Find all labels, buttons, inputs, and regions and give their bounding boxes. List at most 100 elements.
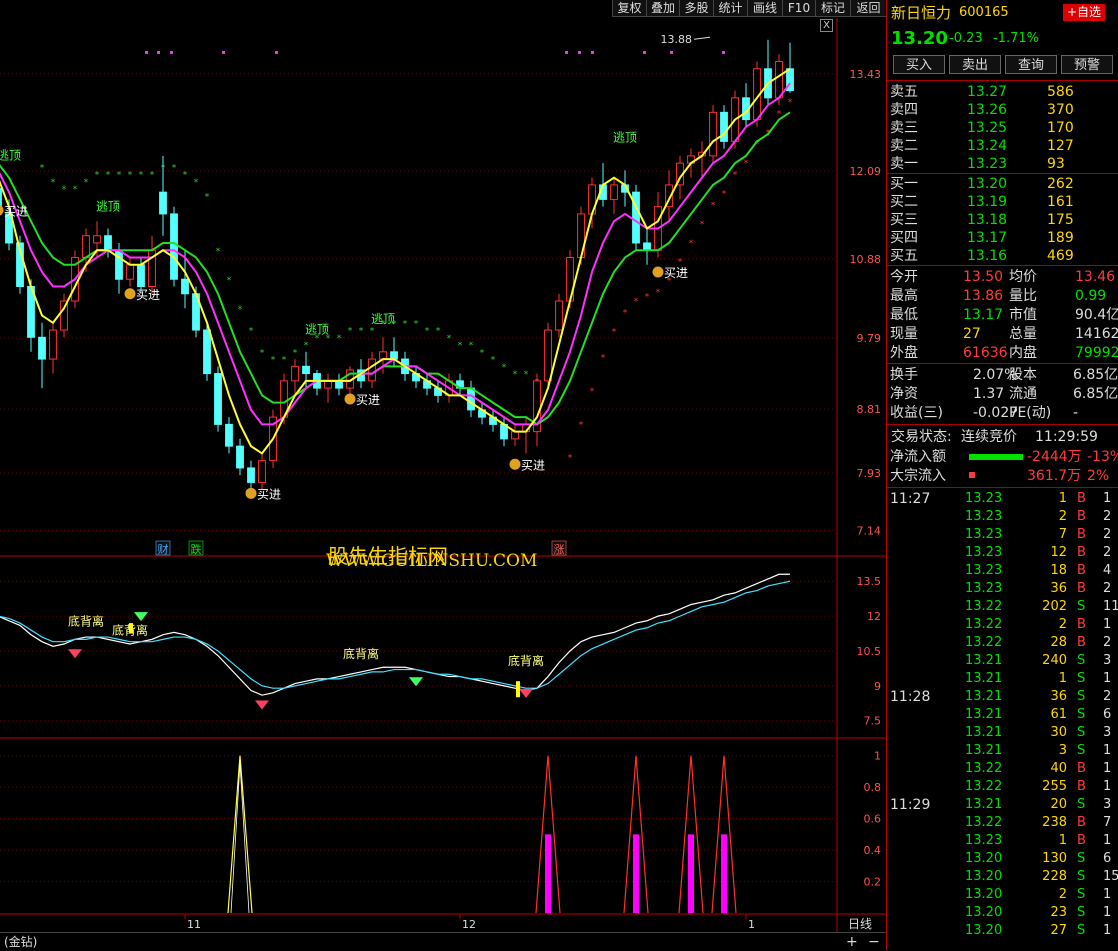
toolbar-button-5[interactable]: F10 <box>782 0 815 17</box>
zoom-out-icon[interactable]: − <box>868 933 880 951</box>
tick-price: 13.21 <box>965 653 1003 668</box>
buy-button[interactable]: 买入 <box>893 55 945 74</box>
toolbar-button-0[interactable]: 复权 <box>612 0 646 17</box>
sar-dot: * <box>744 159 749 169</box>
tick-side: S <box>1077 653 1086 668</box>
tick-side: S <box>1077 707 1086 722</box>
query-button[interactable]: 查询 <box>1005 55 1057 74</box>
sar-dot: * <box>282 356 287 366</box>
tick-count: 1 <box>1103 743 1112 758</box>
zoom-in-icon[interactable]: + <box>846 933 858 951</box>
sar-dot: * <box>480 348 485 358</box>
sar-dot: * <box>370 327 375 337</box>
candle-body <box>247 467 255 483</box>
signal-bar <box>516 681 520 698</box>
bottom-tab[interactable]: (金钻) <box>4 933 37 951</box>
candle-body <box>38 336 46 360</box>
tick-side: S <box>1077 671 1086 686</box>
candle-body <box>82 235 90 258</box>
alert-button[interactable]: 预警 <box>1061 55 1113 74</box>
sar-dot: * <box>645 293 650 303</box>
ask-row: 卖五 13.27 586 <box>887 83 1118 101</box>
stat-row: 收益(三) -0.027 PE(动) - <box>887 404 1118 422</box>
period-label: 日线 <box>848 917 872 931</box>
bid-volume: 175 <box>1047 212 1074 228</box>
toolbar-button-6[interactable]: 标记 <box>815 0 850 17</box>
ask-price: 13.26 <box>967 102 1008 118</box>
bid-volume: 469 <box>1047 248 1074 264</box>
close-icon[interactable]: X <box>820 19 833 32</box>
tick-price: 13.23 <box>965 527 1003 542</box>
sar-dot: * <box>150 171 155 181</box>
sar-dot: * <box>348 327 353 337</box>
tick-side: B <box>1077 509 1086 524</box>
stat-row: 现量 27 总量 14162 <box>887 325 1118 343</box>
bottom-bar: (金钻) + − <box>0 932 886 951</box>
tick-row: 13.21 1 S 1 <box>887 670 1118 688</box>
tick-volume: 255 <box>1042 779 1067 794</box>
sar-dot: * <box>601 354 606 364</box>
money-bag-icon <box>652 266 664 278</box>
spike-tick-label: 0.2 <box>864 876 882 889</box>
ask-volume: 586 <box>1047 84 1074 100</box>
osc-tick-label: 13.5 <box>857 575 882 588</box>
kline-chart[interactable]: 13.4312.0910.889.798.817.937.1413.51210.… <box>0 0 886 950</box>
sar-dot: * <box>722 190 727 200</box>
ask-volume: 370 <box>1047 102 1074 118</box>
ask-row: 卖二 13.24 127 <box>887 137 1118 155</box>
ask-volume: 127 <box>1047 138 1074 154</box>
stat-row: 换手 2.07% 股本 6.85亿 <box>887 366 1118 384</box>
tick-side: B <box>1077 833 1086 848</box>
stock-code: 600165 <box>959 5 1009 20</box>
toolbar-button-4[interactable]: 画线 <box>747 0 782 17</box>
candle-body <box>93 235 101 244</box>
tick-volume: 202 <box>1042 599 1067 614</box>
osc-tick-label: 10.5 <box>857 645 882 658</box>
trade-status-label: 交易状态: <box>891 429 952 445</box>
high-price-arrow <box>693 36 711 40</box>
tick-price: 13.21 <box>965 797 1003 812</box>
toolbar-button-7[interactable]: 返回 <box>850 0 886 17</box>
trade-status-value: 连续竞价 <box>961 429 1017 445</box>
sell-button[interactable]: 卖出 <box>949 55 1001 74</box>
tick-row: 13.23 12 B 2 <box>887 544 1118 562</box>
tick-price: 13.21 <box>965 743 1003 758</box>
tick-row: 13.22 2 B 1 <box>887 616 1118 634</box>
toolbar-button-1[interactable]: 叠加 <box>646 0 679 17</box>
tick-count: 6 <box>1103 851 1112 866</box>
sar-dot: * <box>84 178 89 188</box>
flow-bar <box>969 472 975 478</box>
sar-dot: * <box>623 309 628 319</box>
spike-bar <box>633 834 639 913</box>
tick-count: 1 <box>1103 905 1112 920</box>
tick-row: 13.22 255 B 1 <box>887 778 1118 796</box>
stat-value: 14162 <box>1075 326 1118 342</box>
candle-body <box>302 365 310 375</box>
bid-label: 买一 <box>890 176 918 192</box>
quote-panel: 新日恒力 600165 +自选 13.20 -0.23 -1.71% 买入 卖出… <box>886 0 1118 950</box>
candle-body <box>258 460 266 483</box>
tick-count: 15 <box>1103 869 1118 884</box>
stat-label: 流通 <box>1009 386 1037 402</box>
sar-dot: * <box>689 239 694 249</box>
toolbar-button-3[interactable]: 统计 <box>713 0 747 17</box>
money-bag-icon <box>0 205 4 216</box>
tick-side: S <box>1077 851 1086 866</box>
flow-pct: 2% <box>1087 468 1110 484</box>
sar-dot: * <box>436 327 441 337</box>
stat-row: 最低 13.17 市值 90.4亿 <box>887 306 1118 324</box>
stat-value: 6.85亿 <box>1073 386 1118 402</box>
stat-label: 市值 <box>1009 307 1037 323</box>
tick-row: 13.23 36 B 2 <box>887 580 1118 598</box>
tick-count: 1 <box>1103 491 1112 506</box>
buy-label: 买进 <box>521 458 545 472</box>
date-label: 12 <box>462 918 476 931</box>
bid-label: 买五 <box>890 248 918 264</box>
escape-top-label: 逃顶 <box>613 130 637 144</box>
add-watchlist-button[interactable]: +自选 <box>1063 4 1106 21</box>
toolbar-button-2[interactable]: 多股 <box>679 0 713 17</box>
sar-dot: * <box>568 454 573 464</box>
stock-name: 新日恒力 <box>891 4 952 22</box>
tick-volume: 61 <box>1050 707 1067 722</box>
money-bag-icon <box>344 393 356 405</box>
